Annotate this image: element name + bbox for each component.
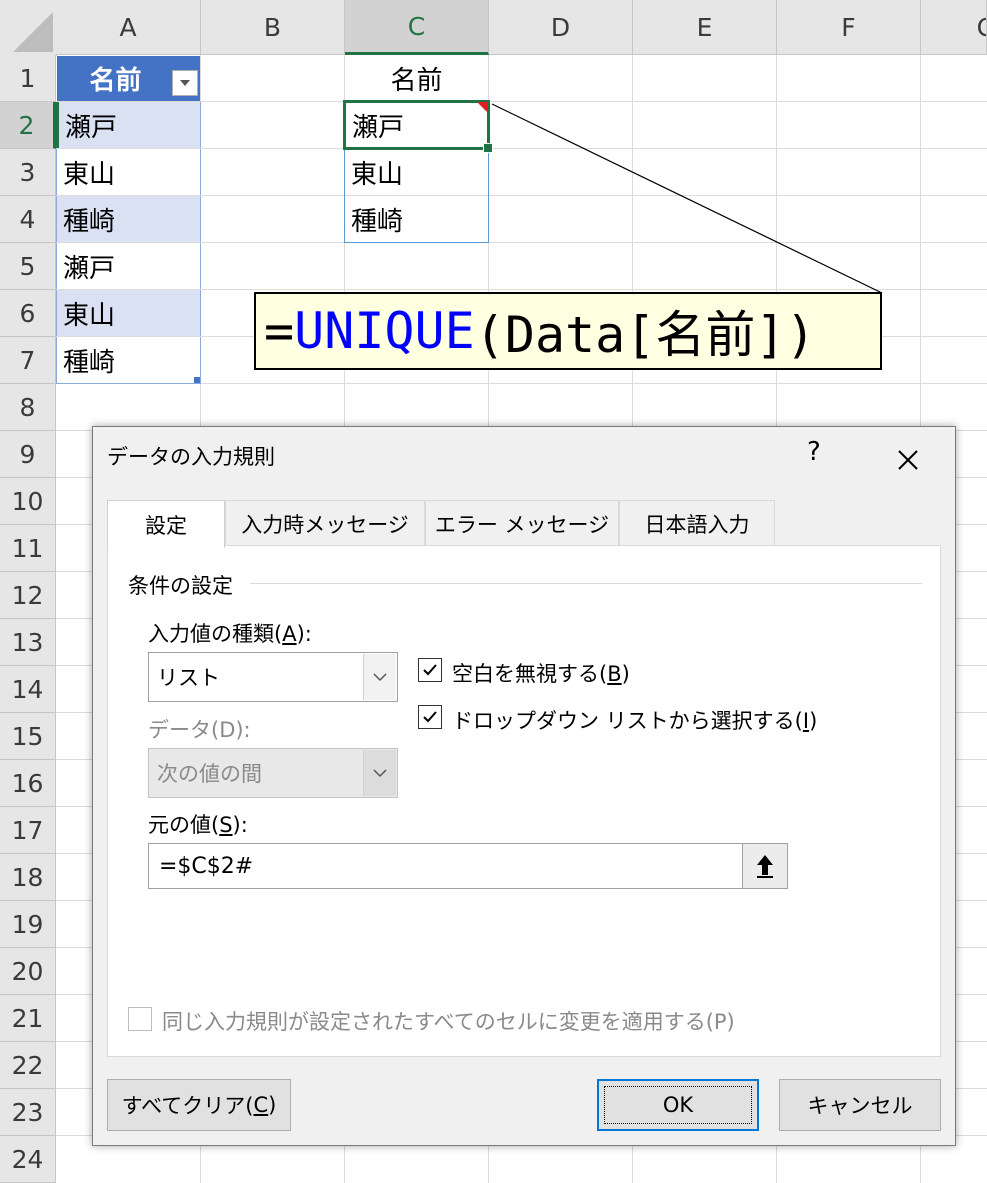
cancel-button[interactable]: キャンセル (779, 1079, 941, 1131)
formula-args: (Data[名前]) (474, 306, 816, 364)
source-label: 元の値(S): (148, 813, 248, 837)
ignore-blank-label[interactable]: 空白を無視する(B) (452, 658, 630, 688)
data-operator-value: 次の値の間 (157, 762, 262, 786)
tab-ime-mode[interactable]: 日本語入力 (619, 500, 775, 546)
ok-button[interactable]: OK (597, 1079, 759, 1131)
row-header-16[interactable]: 16 (0, 760, 56, 807)
row-header-10[interactable]: 10 (0, 478, 56, 525)
in-cell-dropdown-label[interactable]: ドロップダウン リストから選択する(I) (452, 705, 817, 735)
chevron-down-icon (363, 750, 396, 796)
row-header-11[interactable]: 11 (0, 525, 56, 572)
checkmark-icon (423, 664, 437, 676)
row-header-20[interactable]: 20 (0, 948, 56, 995)
row-header-15[interactable]: 15 (0, 713, 56, 760)
tab-input-message[interactable]: 入力時メッセージ (225, 500, 425, 546)
data-operator-select: 次の値の間 (148, 748, 398, 798)
dialog-title: データの入力規則 (107, 445, 275, 469)
tab-error-alert[interactable]: エラー メッセージ (425, 500, 619, 546)
clear-all-button[interactable]: すべてクリア(C) (107, 1079, 291, 1131)
formula-equals: = (264, 302, 295, 360)
tab-settings[interactable]: 設定 (107, 500, 225, 548)
group-divider (250, 583, 922, 584)
formula-callout: = UNIQUE (Data[名前]) (254, 292, 882, 370)
row-header-9[interactable]: 9 (0, 431, 56, 478)
close-button[interactable] (893, 431, 923, 484)
apply-all-checkbox (128, 1007, 152, 1031)
in-cell-dropdown-checkbox[interactable] (418, 705, 442, 729)
checkmark-icon (423, 711, 437, 723)
collapse-dialog-button[interactable] (742, 844, 787, 888)
row-header-24[interactable]: 24 (0, 1136, 56, 1183)
allow-label: 入力値の種類(A): (148, 622, 312, 646)
row-header-22[interactable]: 22 (0, 1042, 56, 1089)
ignore-blank-checkbox[interactable] (418, 658, 442, 682)
close-icon (898, 450, 918, 470)
formula-function: UNIQUE (294, 302, 475, 360)
source-input-value: =$C$2# (159, 853, 254, 879)
apply-all-label: 同じ入力規則が設定されたすべてのセルに変更を適用する(P) (162, 1010, 735, 1034)
data-label: データ(D): (148, 718, 251, 742)
data-validation-dialog: データの入力規則 ? 設定 入力時メッセージ エラー メッセージ 日本語入力 条… (92, 426, 956, 1146)
settings-panel: 条件の設定 入力値の種類(A): リスト データ(D): 次の値の間 空白を無視… (107, 545, 941, 1057)
row-header-14[interactable]: 14 (0, 666, 56, 713)
allow-select-value: リスト (157, 666, 220, 690)
row-header-12[interactable]: 12 (0, 572, 56, 619)
row-header-17[interactable]: 17 (0, 807, 56, 854)
validation-criteria-label: 条件の設定 (128, 574, 233, 598)
row-header-19[interactable]: 19 (0, 901, 56, 948)
row-header-23[interactable]: 23 (0, 1089, 56, 1136)
source-input[interactable]: =$C$2# (148, 843, 788, 889)
arrow-up-icon (757, 855, 773, 878)
row-header-18[interactable]: 18 (0, 854, 56, 901)
allow-select[interactable]: リスト (148, 652, 398, 702)
chevron-down-icon (363, 654, 396, 700)
help-button[interactable]: ? (807, 437, 821, 467)
row-header-21[interactable]: 21 (0, 995, 56, 1042)
row-header-13[interactable]: 13 (0, 619, 56, 666)
